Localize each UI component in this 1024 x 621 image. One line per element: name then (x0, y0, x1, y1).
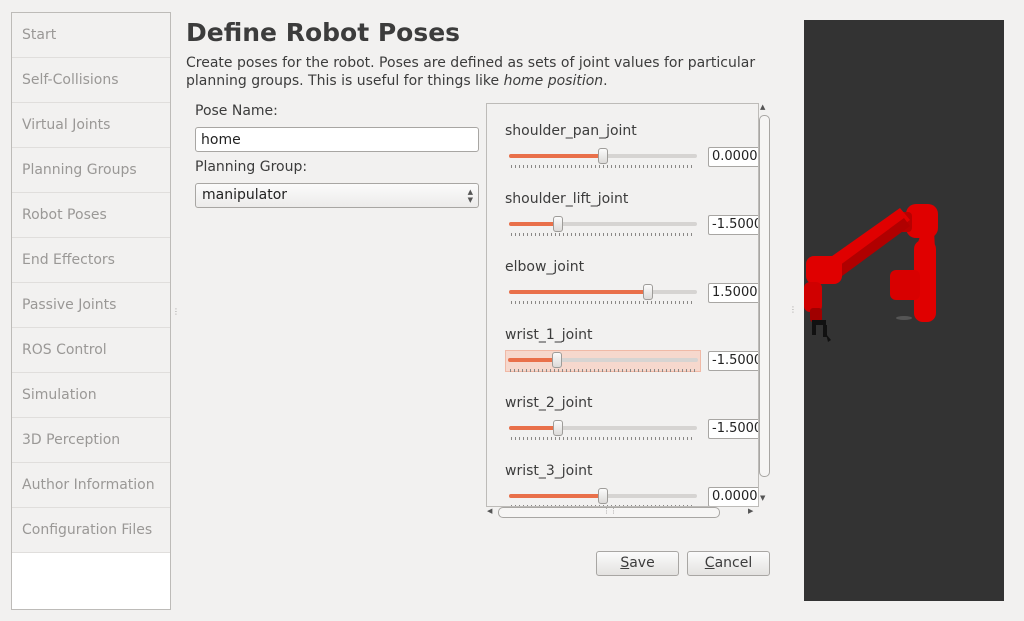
grip-icon: ⋮⋮ (603, 507, 617, 515)
cancel-label: ancel (714, 555, 753, 571)
joint-row: wrist_3_joint 0.0000 (487, 463, 758, 506)
joint-label: wrist_1_joint (505, 327, 593, 343)
robot-3d-viewport[interactable] (804, 20, 1004, 601)
joint-slider[interactable] (505, 350, 701, 372)
cancel-button[interactable]: Cancel (687, 551, 770, 576)
viewport-splitter-handle[interactable]: ⋮ (789, 305, 797, 314)
joint-value-field[interactable]: -1.5000 (708, 215, 758, 235)
joint-label: wrist_2_joint (505, 395, 593, 411)
description-text: Create poses for the robot. Poses are de… (186, 55, 756, 89)
sidebar-item-virtual-joints[interactable]: Virtual Joints (12, 103, 170, 148)
joint-label: shoulder_lift_joint (505, 191, 629, 207)
slider-handle[interactable] (553, 420, 563, 436)
joint-value-field[interactable]: 0.0000 (708, 147, 758, 167)
sidebar-item-robot-poses[interactable]: Robot Poses (12, 193, 170, 238)
slider-handle[interactable] (598, 148, 608, 164)
scroll-down-icon[interactable]: ▼ (760, 494, 765, 502)
sidebar-item-configuration-files[interactable]: Configuration Files (12, 508, 170, 553)
sidebar-item-start[interactable]: Start (12, 13, 170, 58)
joint-slider[interactable] (507, 147, 699, 168)
joint-values-panel: shoulder_pan_joint 0.0000 shoulder_lift_… (486, 103, 759, 507)
splitter-handle[interactable]: ⋮ (172, 307, 180, 316)
description-emphasis: home position (503, 73, 604, 89)
joint-row: wrist_2_joint -1.5000 (487, 395, 758, 463)
joint-value-field[interactable]: -1.5000 (708, 419, 758, 439)
scroll-left-icon[interactable]: ◀ (487, 507, 492, 515)
sidebar-item-author-information[interactable]: Author Information (12, 463, 170, 508)
save-button[interactable]: Save (596, 551, 679, 576)
sidebar-item-passive-joints[interactable]: Passive Joints (12, 283, 170, 328)
joint-row: elbow_joint 1.5000 (487, 259, 758, 327)
slider-handle[interactable] (643, 284, 653, 300)
page-description: Create poses for the robot. Poses are de… (186, 54, 766, 90)
sidebar-item-end-effectors[interactable]: End Effectors (12, 238, 170, 283)
save-label: ave (629, 555, 655, 571)
horizontal-scrollbar[interactable]: ◀ ⋮⋮ ▶ (486, 506, 757, 518)
joint-slider[interactable] (507, 215, 699, 236)
joint-slider[interactable] (507, 419, 699, 440)
joint-row: shoulder_pan_joint 0.0000 (487, 123, 758, 191)
planning-group-label: Planning Group: (195, 159, 308, 175)
joint-label: elbow_joint (505, 259, 585, 275)
joint-label: wrist_3_joint (505, 463, 593, 479)
joint-value-field[interactable]: -1.5000 (708, 351, 758, 371)
planning-group-select[interactable]: manipulator ▲ ▼ (195, 183, 479, 208)
scroll-right-icon[interactable]: ▶ (748, 507, 753, 515)
pose-name-input[interactable] (195, 127, 479, 152)
wizard-sidebar: Start Self-Collisions Virtual Joints Pla… (11, 12, 171, 610)
vertical-scrollbar[interactable]: ▲ ▼ (758, 103, 770, 505)
joint-slider[interactable] (507, 487, 699, 506)
slider-handle[interactable] (598, 488, 608, 504)
sidebar-item-planning-groups[interactable]: Planning Groups (12, 148, 170, 193)
robot-arm-model (804, 204, 938, 342)
sidebar-item-3d-perception[interactable]: 3D Perception (12, 418, 170, 463)
cancel-mnemonic: C (704, 555, 715, 571)
horizontal-scroll-thumb[interactable]: ⋮⋮ (498, 507, 720, 518)
sidebar-item-ros-control[interactable]: ROS Control (12, 328, 170, 373)
save-mnemonic: S (620, 555, 630, 571)
select-arrows-icon: ▲ ▼ (467, 188, 473, 204)
joint-label: shoulder_pan_joint (505, 123, 637, 139)
sidebar-item-self-collisions[interactable]: Self-Collisions (12, 58, 170, 103)
page-title: Define Robot Poses (186, 18, 461, 47)
joint-row: shoulder_lift_joint -1.5000 (487, 191, 758, 259)
pose-name-label: Pose Name: (195, 103, 278, 119)
slider-handle[interactable] (553, 216, 563, 232)
scroll-up-icon[interactable]: ▲ (760, 103, 765, 111)
planning-group-value: manipulator (202, 187, 288, 203)
joint-value-field[interactable]: 0.0000 (708, 487, 758, 506)
slider-handle[interactable] (552, 352, 562, 368)
description-suffix: . (603, 73, 608, 89)
joint-value-field[interactable]: 1.5000 (708, 283, 758, 303)
joint-slider[interactable] (507, 283, 699, 304)
joint-row: wrist_1_joint -1.5000 (487, 327, 758, 395)
vertical-scroll-thumb[interactable] (759, 115, 770, 477)
sidebar-item-simulation[interactable]: Simulation (12, 373, 170, 418)
